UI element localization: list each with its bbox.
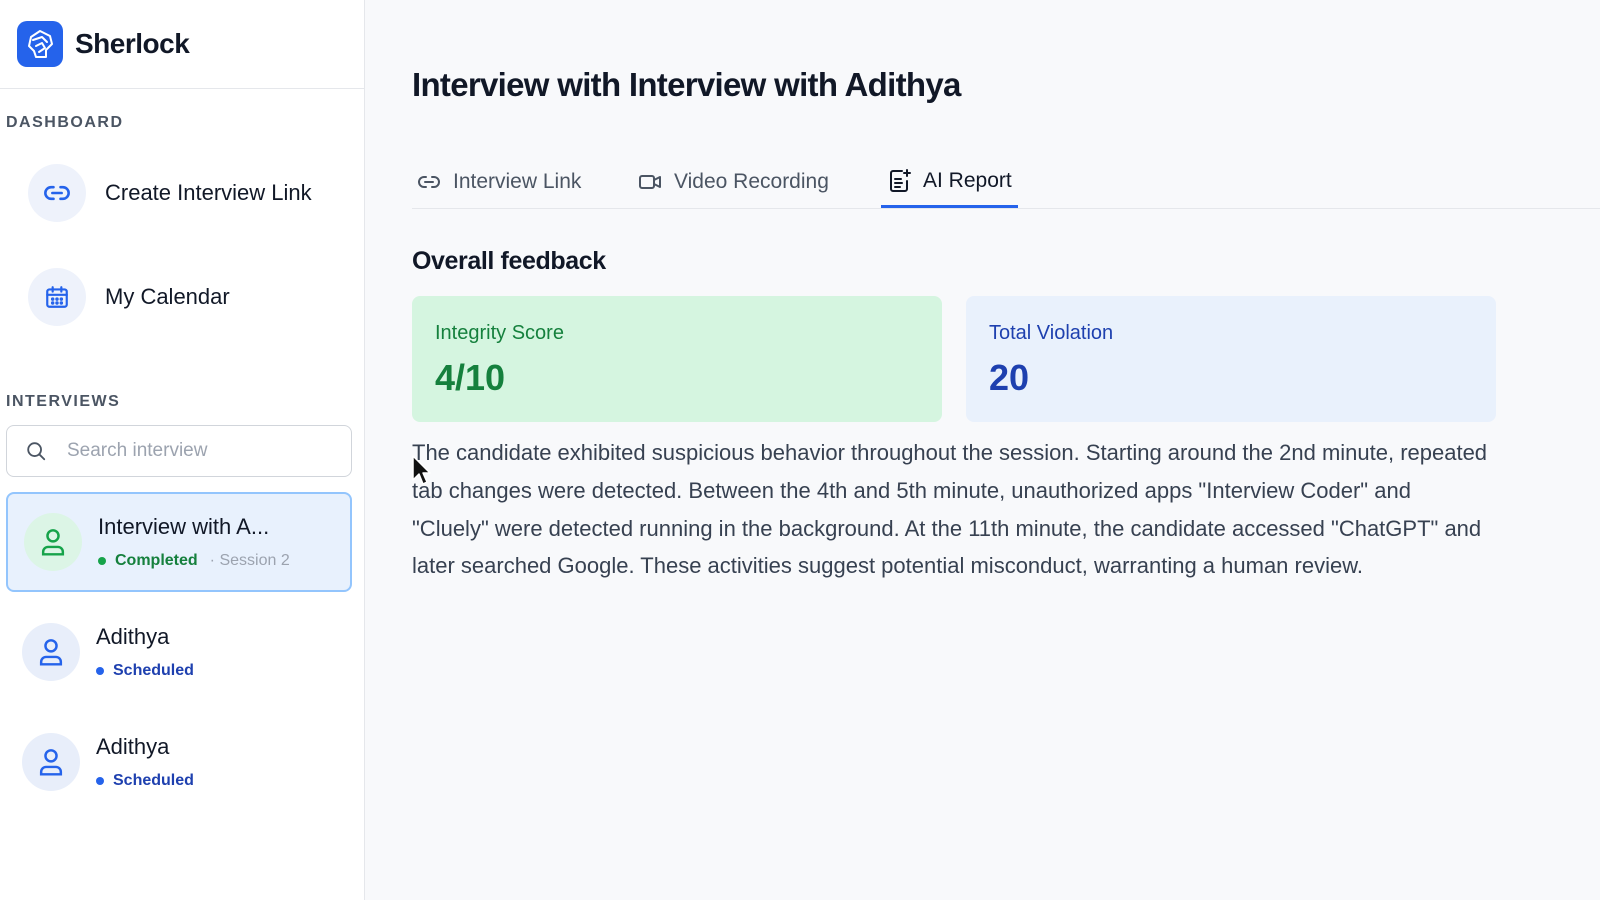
interview-item[interactable]: Adithya Scheduled — [6, 712, 352, 812]
tab-label: Video Recording — [674, 170, 829, 193]
status-badge: Scheduled — [113, 772, 194, 789]
tab-bar: Interview Link Video Recording AI Report — [412, 156, 1600, 209]
calendar-icon — [28, 268, 86, 326]
dashboard-section-label: DASHBOARD — [6, 114, 124, 131]
tab-video-recording[interactable]: Video Recording — [638, 156, 829, 208]
user-icon — [22, 623, 80, 681]
brand-header: Sherlock — [0, 0, 364, 89]
link-icon — [28, 164, 86, 222]
sidebar: Sherlock DASHBOARD Create Interview Link — [0, 0, 365, 900]
report-icon — [890, 168, 911, 192]
interview-item[interactable]: Adithya Scheduled — [6, 602, 352, 702]
interview-title: Interview with A... — [98, 514, 270, 539]
page-title: Interview with Interview with Adithya — [412, 66, 961, 103]
status-badge: Scheduled — [113, 662, 194, 679]
status-dot — [96, 777, 104, 785]
integrity-score-card: Integrity Score 4/10 — [412, 296, 942, 422]
interview-item[interactable]: Interview with A... Completed · Session … — [6, 492, 352, 592]
integrity-score-value: 4/10 — [435, 357, 506, 398]
tab-interview-link[interactable]: Interview Link — [417, 156, 581, 208]
integrity-score-label: Integrity Score — [435, 322, 564, 344]
nav-my-calendar[interactable]: My Calendar — [28, 268, 230, 326]
interviews-section-label: INTERVIEWS — [6, 393, 121, 410]
overall-feedback-heading: Overall feedback — [412, 247, 606, 275]
tab-label: AI Report — [923, 168, 1012, 192]
tab-ai-report[interactable]: AI Report — [881, 156, 1018, 208]
sherlock-logo-icon[interactable] — [17, 21, 63, 67]
total-violation-card: Total Violation 20 — [966, 296, 1496, 422]
interview-title: Adithya — [96, 624, 170, 649]
brand-name: Sherlock — [75, 28, 190, 59]
nav-create-interview-link[interactable]: Create Interview Link — [28, 164, 312, 222]
total-violation-label: Total Violation — [989, 322, 1114, 344]
total-violation-value: 20 — [989, 357, 1030, 398]
user-icon — [22, 733, 80, 791]
session-label: · Session 2 — [209, 552, 290, 569]
nav-label: Create Interview Link — [105, 180, 312, 205]
link-icon — [418, 176, 440, 188]
tab-label: Interview Link — [453, 170, 582, 193]
mouse-cursor-icon — [412, 455, 431, 485]
interview-title: Adithya — [96, 734, 170, 759]
search-input[interactable] — [65, 439, 219, 463]
user-icon — [24, 513, 82, 571]
search-icon — [27, 442, 46, 461]
feedback-text: The candidate exhibited suspicious behav… — [412, 440, 1488, 579]
main-content: Interview with Interview with Adithya In… — [412, 0, 1600, 900]
video-icon — [639, 175, 661, 189]
search-box — [6, 425, 352, 477]
status-dot — [96, 667, 104, 675]
status-badge: Completed — [115, 552, 198, 569]
status-dot — [98, 557, 106, 565]
nav-label: My Calendar — [105, 284, 230, 309]
